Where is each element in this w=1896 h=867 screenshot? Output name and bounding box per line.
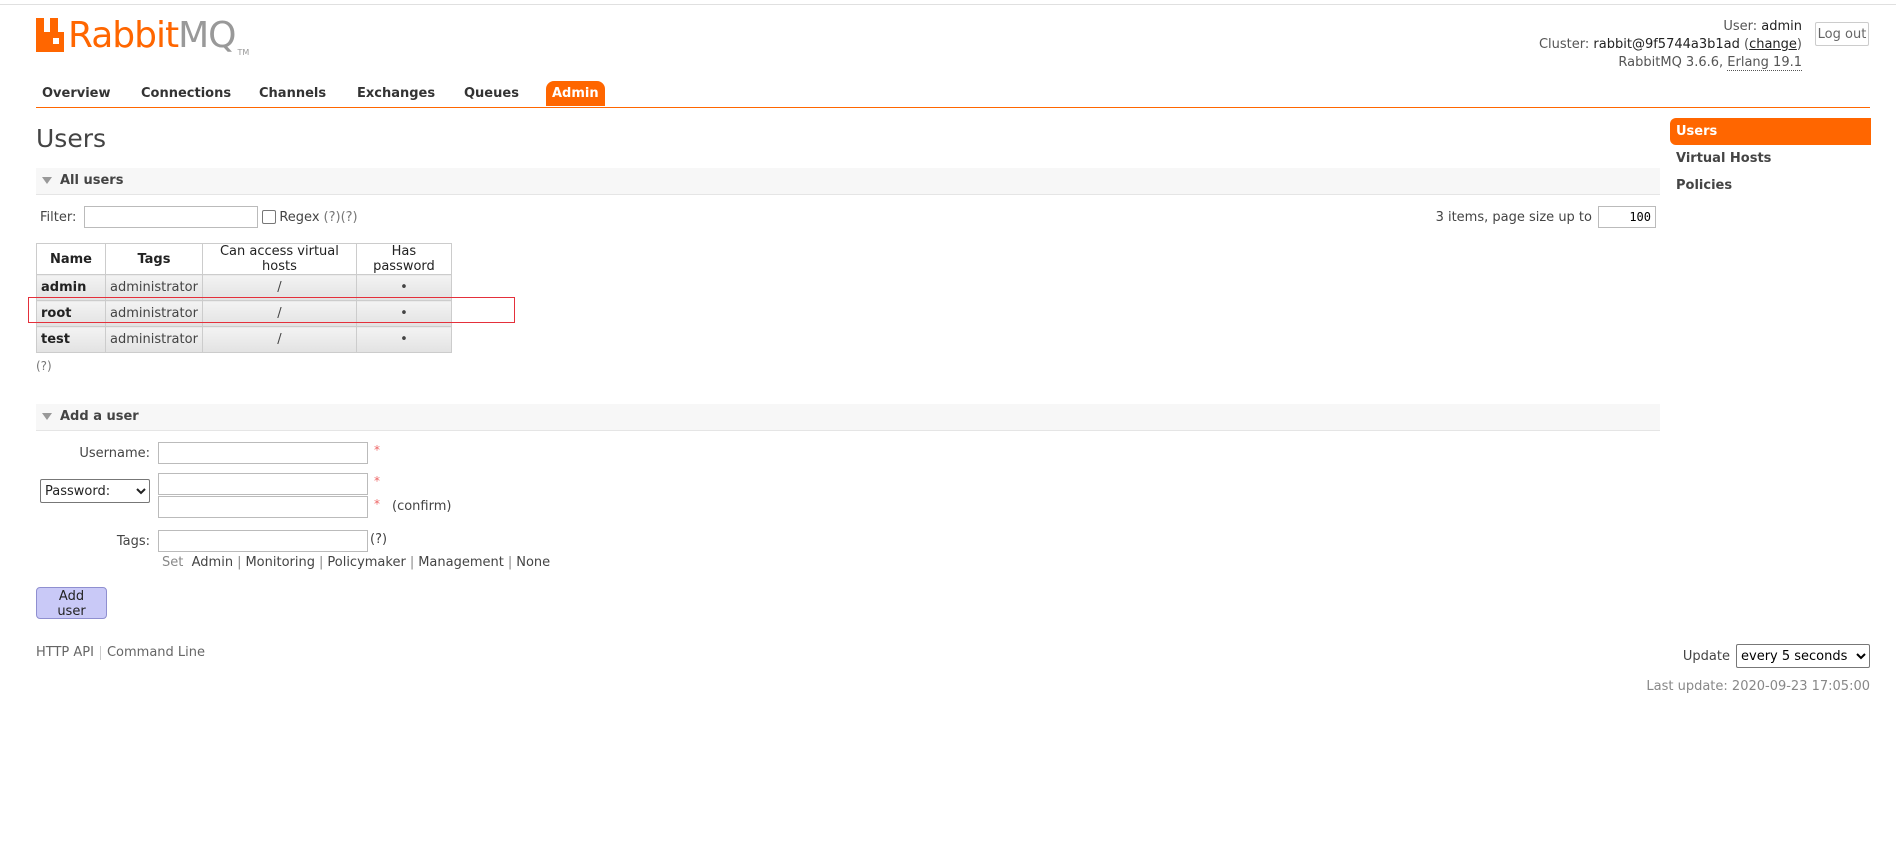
regex-label: Regex (279, 209, 320, 225)
regex-checkbox[interactable] (262, 210, 277, 224)
tab-admin[interactable]: Admin (546, 81, 605, 106)
table-header-row: Name Tags Can access virtual hosts Has p… (36, 243, 452, 275)
required-mark: * (374, 497, 380, 511)
user-vhosts: / (201, 274, 357, 301)
all-users-section-header[interactable]: All users (36, 168, 1660, 195)
tab-exchanges[interactable]: Exchanges (351, 81, 441, 106)
user-info: User: admin Cluster: rabbit@9f5744a3b1ad… (1539, 18, 1802, 72)
tab-connections[interactable]: Connections (135, 81, 237, 106)
table-row[interactable]: admin administrator / • (36, 274, 452, 301)
footer-links: HTTP API Command Line (36, 645, 205, 660)
add-user-section-header[interactable]: Add a user (36, 404, 1660, 431)
username-input[interactable] (158, 442, 368, 464)
update-control: Update every 5 seconds (1683, 644, 1870, 668)
column-header-name[interactable]: Name (36, 243, 106, 275)
username-label: Username: (79, 446, 150, 461)
update-interval-select[interactable]: every 5 seconds (1736, 644, 1870, 668)
sidebar-item-policies[interactable]: Policies (1670, 172, 1871, 199)
cluster-line: Cluster: rabbit@9f5744a3b1ad (change) (1538, 37, 1802, 52)
collapse-triangle-icon (42, 413, 52, 420)
tags-label: Tags: (116, 534, 150, 549)
erlang-version: Erlang 19.1 (1727, 55, 1802, 71)
user-line: User: admin (1723, 19, 1802, 34)
sidebar-item-users[interactable]: Users (1670, 118, 1871, 145)
table-row[interactable]: root administrator / • (36, 300, 452, 327)
collapse-triangle-icon (42, 177, 52, 184)
user-vhosts: / (201, 300, 357, 327)
logo-text: RabbitMQ (68, 15, 237, 56)
user-name-link[interactable]: root (36, 300, 106, 327)
command-line-link[interactable]: Command Line (107, 645, 205, 660)
tag-option-none[interactable]: None (516, 555, 550, 570)
main-nav-tabs: Overview Connections Channels Exchanges … (36, 81, 1870, 108)
change-cluster-link[interactable]: change (1749, 37, 1797, 52)
paging-controls: 3 items, page size up to (1436, 206, 1656, 228)
user-has-password: • (355, 274, 452, 301)
tab-overview[interactable]: Overview (36, 81, 117, 106)
users-table: Name Tags Can access virtual hosts Has p… (36, 243, 452, 353)
filter-row: Filter: Regex (?)(?) (40, 206, 358, 228)
column-header-vhosts: Can access virtual hosts (201, 243, 357, 275)
admin-sidebar: Users Virtual Hosts Policies (1670, 118, 1871, 199)
page-size-input[interactable] (1598, 206, 1656, 228)
table-help-link[interactable]: (?) (36, 359, 52, 373)
user-has-password: • (355, 300, 452, 327)
tag-option-admin[interactable]: Admin (192, 555, 233, 570)
password-mode-select[interactable]: Password: (40, 479, 150, 503)
last-update-text: Last update: 2020-09-23 17:05:00 (1646, 679, 1870, 694)
confirm-label: (confirm) (392, 499, 452, 514)
table-row[interactable]: test administrator / • (36, 326, 452, 353)
required-mark: * (374, 474, 380, 488)
required-mark: * (374, 443, 380, 457)
filter-label: Filter: (40, 209, 77, 225)
user-vhosts: / (201, 326, 357, 353)
logout-button[interactable]: Log out (1815, 22, 1869, 46)
user-name-link[interactable]: admin (36, 274, 106, 301)
password-confirm-input[interactable] (158, 496, 368, 518)
tags-input[interactable] (158, 530, 368, 552)
version-line: RabbitMQ 3.6.6, Erlang 19.1 (1618, 55, 1802, 71)
top-border (0, 0, 1896, 5)
tag-option-monitoring[interactable]: Monitoring (245, 555, 315, 570)
tags-help-link[interactable]: (?) (370, 532, 387, 547)
http-api-link[interactable]: HTTP API (36, 645, 94, 660)
user-tags: administrator (105, 274, 203, 301)
tag-option-policymaker[interactable]: Policymaker (327, 555, 405, 570)
user-tags: administrator (105, 326, 203, 353)
rabbitmq-logo-icon (36, 18, 64, 52)
tab-queues[interactable]: Queues (458, 81, 525, 106)
user-tags: administrator (105, 300, 203, 327)
tag-presets: Set Admin | Monitoring | Policymaker | Managem… (162, 555, 551, 570)
user-name-link[interactable]: test (36, 326, 106, 353)
filter-input[interactable] (84, 206, 259, 228)
update-label: Update (1682, 648, 1730, 664)
tag-option-management[interactable]: Management (418, 555, 504, 570)
column-header-tags[interactable]: Tags (105, 243, 203, 275)
rabbitmq-logo: RabbitMQ TM (36, 18, 249, 57)
password-input[interactable] (158, 473, 368, 495)
regex-help-link[interactable]: (?)(?) (324, 210, 358, 225)
sidebar-item-virtual-hosts[interactable]: Virtual Hosts (1670, 145, 1871, 172)
add-user-button[interactable]: Add user (36, 587, 107, 619)
set-label: Set (162, 555, 184, 570)
column-header-has-password: Has password (355, 243, 452, 275)
tab-channels[interactable]: Channels (253, 81, 332, 106)
page-title: Users (36, 124, 107, 153)
paging-text: 3 items, page size up to (1435, 209, 1592, 225)
user-has-password: • (355, 326, 452, 353)
logo-trademark: TM (237, 48, 250, 57)
